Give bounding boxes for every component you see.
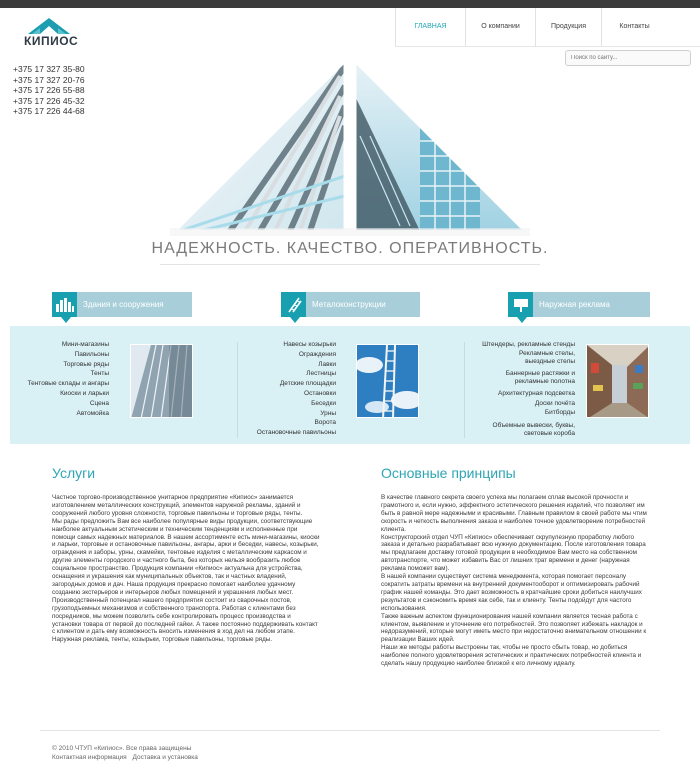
list-item[interactable]: Битборды xyxy=(462,408,575,418)
list-item[interactable]: Объемные вывески, буквы, световые короба xyxy=(462,422,575,438)
phone-number: +375 17 226 55-88 xyxy=(13,85,85,95)
list-item[interactable]: Тенты xyxy=(15,369,109,379)
list-item[interactable]: Торговые ряды xyxy=(15,360,109,370)
list-item[interactable]: Архитектурная подсветка xyxy=(462,389,575,399)
tab-notch xyxy=(517,317,527,323)
list-item[interactable]: Беседки xyxy=(236,399,336,409)
tab-notch xyxy=(290,317,300,323)
principles-paragraph: Также важным аспектом функционирования н… xyxy=(381,612,647,644)
list-item[interactable]: Рекламные стелы, выездные стелы xyxy=(462,350,575,366)
tab-notch xyxy=(61,317,71,323)
logo-text: КИПИОС xyxy=(24,34,79,48)
services-text: Частное торгово-производственное унитарн… xyxy=(52,494,320,644)
tab-buildings[interactable]: Здания и сооружения xyxy=(52,292,192,323)
search-input[interactable] xyxy=(565,50,691,66)
phone-number: +375 17 327 35-80 xyxy=(13,64,85,74)
category-list-buildings: Мини-магазины Павильоны Торговые ряды Те… xyxy=(15,340,110,419)
services-paragraph: Мы рады предложить Вам все наиболее попу… xyxy=(52,517,320,596)
services-paragraph: Производственный потенциал нашего предпр… xyxy=(52,596,318,644)
list-item[interactable]: Штендеры, рекламные стенды xyxy=(462,340,575,350)
principles-paragraph: Конструкторский отдел ЧУП «Кипиос» обесп… xyxy=(381,533,646,573)
footer-link-delivery[interactable]: Доставка и установка xyxy=(133,754,198,761)
footer-divider xyxy=(40,730,660,731)
principles-text: В качестве главного секрета своего успех… xyxy=(381,494,649,668)
main-nav: ГЛАВНАЯ О компании Продукция Контакты xyxy=(395,8,667,46)
tab-metal[interactable]: Металоконструкции xyxy=(281,292,420,323)
nav-item-home[interactable]: ГЛАВНАЯ xyxy=(395,8,465,46)
list-item[interactable]: Остановочные павильоны xyxy=(236,428,336,438)
copyright: © 2010 ЧТУП «Кипиос». Все права защищены xyxy=(52,745,192,752)
list-item[interactable]: Баннерные растяжки и рекламные полотна xyxy=(462,370,575,386)
list-item[interactable]: Автомойка xyxy=(15,409,109,419)
buildings-image xyxy=(130,344,193,418)
nav-item-about[interactable]: О компании xyxy=(465,8,535,46)
slogan-divider xyxy=(160,264,540,265)
ladder-image xyxy=(356,344,419,418)
phone-number: +375 17 226 45-32 xyxy=(13,95,85,106)
list-item[interactable]: Лестницы xyxy=(236,369,336,379)
list-item[interactable]: Ограждения xyxy=(236,350,336,360)
list-item[interactable]: Киоски и ларьки xyxy=(15,389,109,399)
list-item[interactable]: Навесы козырьки xyxy=(236,340,336,350)
list-item[interactable]: Лавки xyxy=(236,360,336,370)
slogan: НАДЕЖНОСТЬ. КАЧЕСТВО. ОПЕРАТИВНОСТЬ. xyxy=(151,240,549,257)
list-item[interactable]: Доски почёта xyxy=(462,399,575,409)
nav-item-products[interactable]: Продукция xyxy=(535,8,601,46)
list-item[interactable]: Остановки xyxy=(236,389,336,399)
tab-label: Металоконструкции xyxy=(312,300,386,309)
category-list-metal: Навесы козырьки Ограждения Лавки Лестниц… xyxy=(236,340,336,438)
tab-label: Наружная реклама xyxy=(539,300,611,309)
services-title: Услуги xyxy=(52,465,96,481)
list-item[interactable]: Павильоны xyxy=(15,350,109,360)
list-item[interactable]: Мини-магазины xyxy=(15,340,109,350)
nav-divider xyxy=(395,46,700,47)
list-item[interactable]: Урны xyxy=(236,409,336,419)
principles-paragraph: В качестве главного секрета своего успех… xyxy=(381,494,647,533)
services-paragraph: Частное торгово-производственное унитарн… xyxy=(52,494,303,517)
category-list-advertising: Штендеры, рекламные стенды Рекламные сте… xyxy=(462,340,575,441)
top-bar xyxy=(0,0,700,8)
principles-paragraph: Наши же методы работы выстроены так, что… xyxy=(381,644,642,668)
phone-number: +375 17 226 44-68 xyxy=(13,106,85,116)
tab-advertising[interactable]: Наружная реклама xyxy=(508,292,650,323)
tab-label: Здания и сооружения xyxy=(83,300,164,309)
principles-paragraph: В нашей компании существует система мене… xyxy=(381,573,642,612)
phone-list: +375 17 327 35-80 +375 17 327 20-76 +375… xyxy=(13,64,85,117)
hero-image xyxy=(170,57,530,236)
list-item[interactable]: Детские площадки xyxy=(236,379,336,389)
principles-title: Основные принципы xyxy=(381,465,516,481)
nav-item-contacts[interactable]: Контакты xyxy=(601,8,667,46)
footer: © 2010 ЧТУП «Кипиос». Все права защищены… xyxy=(52,744,202,762)
list-item[interactable]: Тентовые склады и ангары xyxy=(15,379,110,389)
list-item[interactable]: Ворота xyxy=(236,418,336,428)
buildings-icon xyxy=(52,292,77,317)
ladder-icon xyxy=(281,292,306,317)
phone-number: +375 17 327 20-76 xyxy=(13,74,85,85)
list-item[interactable]: Сцена xyxy=(15,399,109,409)
billboard-icon xyxy=(508,292,533,317)
footer-link-contacts[interactable]: Контактная информация xyxy=(52,754,127,761)
street-image xyxy=(586,344,649,418)
